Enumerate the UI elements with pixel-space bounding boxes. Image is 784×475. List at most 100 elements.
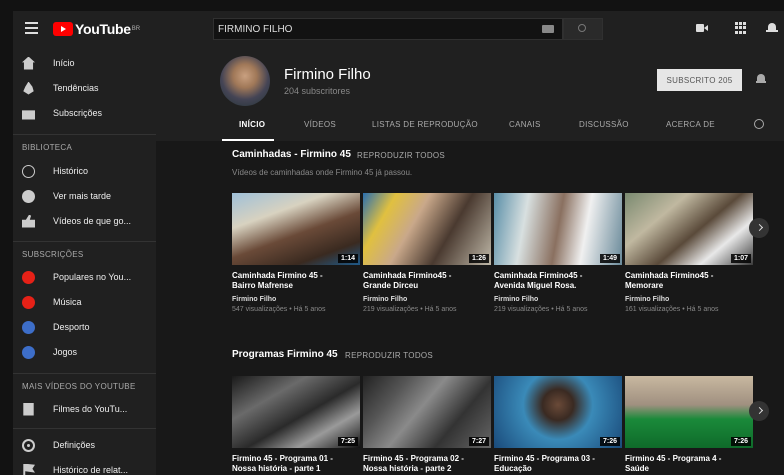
sidebar-item-label: Subscrições	[53, 108, 103, 118]
sidebar-item-label: Vídeos de que go...	[53, 216, 132, 226]
sidebar-item-watch-later[interactable]: Ver mais tarde	[13, 184, 156, 208]
video-thumbnail[interactable]: 1:07	[625, 193, 753, 265]
video-title[interactable]: Caminhada Firmino45 - Grande Dirceu	[363, 271, 491, 291]
video-card[interactable]: 1:26 Caminhada Firmino45 - Grande Dirceu …	[363, 193, 491, 313]
video-card[interactable]: 7:27 Firmino 45 - Programa 02 - Nossa his…	[363, 376, 491, 474]
tab-channels[interactable]: CANAIS	[509, 120, 541, 129]
video-duration: 7:26	[599, 437, 620, 446]
sidebar-item-liked-videos[interactable]: Vídeos de que go...	[13, 209, 156, 233]
tab-home[interactable]: INÍCIO	[239, 120, 265, 129]
play-logo-icon	[53, 22, 73, 36]
history-icon	[22, 164, 35, 178]
sidebar-item-label: Populares no You...	[53, 272, 132, 282]
video-card[interactable]: 1:07 Caminhada Firmino45 - Memorare Firmi…	[625, 193, 753, 313]
video-channel[interactable]: Firmino Filho	[232, 296, 360, 303]
video-title[interactable]: Firmino 45 - Programa 02 - Nossa história…	[363, 454, 491, 474]
sidebar-item-label: Filmes do YouTu...	[53, 404, 128, 414]
video-title[interactable]: Caminhada Firmino45 - Memorare	[625, 271, 753, 291]
tab-about[interactable]: ACERCA DE	[666, 120, 715, 129]
video-meta: 161 visualizações • Há 5 anos	[625, 306, 719, 313]
sidebar-item-settings[interactable]: Definições	[13, 433, 156, 457]
video-title[interactable]: Caminhada Firmino 45 - Bairro Mafrense	[232, 271, 360, 291]
upload-video-icon[interactable]	[696, 22, 708, 34]
channel-avatar[interactable]	[220, 56, 270, 106]
video-thumbnail[interactable]: 7:26	[625, 376, 753, 448]
video-title[interactable]: Firmino 45 - Programa 4 - Saúde	[625, 454, 753, 474]
video-title[interactable]: Firmino 45 - Programa 01 - Nossa história…	[232, 454, 360, 474]
video-meta: 219 visualizações • Há 5 anos	[363, 306, 457, 313]
popular-channel-icon	[22, 270, 35, 284]
divider	[13, 428, 156, 429]
apps-icon[interactable]	[735, 22, 747, 34]
video-title[interactable]: Caminhada Firmino45 - Avenida Miguel Rosa…	[494, 271, 622, 291]
video-thumbnail[interactable]: 7:27	[363, 376, 491, 448]
tab-playlists[interactable]: LISTAS DE REPRODUÇÃO	[372, 120, 478, 129]
keyboard-icon[interactable]	[542, 25, 554, 33]
app-window: YouTube BR Início Tendências Subscrições…	[13, 11, 784, 475]
video-thumbnail[interactable]: 1:14	[232, 193, 360, 265]
sports-channel-icon	[22, 320, 35, 334]
video-card[interactable]: 1:49 Caminhada Firmino45 - Avenida Miguel…	[494, 193, 622, 313]
video-meta: 547 visualizações • Há 5 anos	[232, 306, 326, 313]
sidebar-item-subscriptions[interactable]: Subscrições	[13, 101, 156, 125]
video-channel[interactable]: Firmino Filho	[625, 296, 753, 303]
video-duration: 1:26	[468, 254, 489, 263]
sidebar-item-sports[interactable]: Desporto	[13, 315, 156, 339]
video-thumbnail[interactable]: 1:26	[363, 193, 491, 265]
shelf-next-arrow[interactable]	[749, 401, 769, 421]
sidebar-item-home[interactable]: Início	[13, 51, 156, 75]
sidebar-item-trending[interactable]: Tendências	[13, 76, 156, 100]
sidebar-item-label: Início	[53, 58, 75, 68]
sidebar-item-report-history[interactable]: Histórico de relat...	[13, 458, 156, 475]
top-bar: YouTube BR	[13, 11, 784, 47]
channel-tabs: INÍCIO VÍDEOS LISTAS DE REPRODUÇÃO CANAI…	[156, 111, 784, 141]
video-title[interactable]: Firmino 45 - Programa 03 - Educação	[494, 454, 622, 474]
sidebar-item-movies[interactable]: Filmes do YouTu...	[13, 397, 156, 421]
divider	[13, 134, 156, 135]
video-duration: 7:25	[337, 437, 358, 446]
sidebar-item-label: Jogos	[53, 347, 78, 357]
sidebar-item-music[interactable]: Música	[13, 290, 156, 314]
tab-discussion[interactable]: DISCUSSÃO	[579, 120, 629, 129]
video-channel[interactable]: Firmino Filho	[363, 296, 491, 303]
play-all-button[interactable]: REPRODUZIR TODOS	[345, 351, 433, 360]
video-channel[interactable]: Firmino Filho	[494, 296, 622, 303]
video-card[interactable]: 7:26 Firmino 45 - Programa 03 - Educação	[494, 376, 622, 474]
video-duration: 1:49	[599, 254, 620, 263]
subscribed-button[interactable]: SUBSCRITO 205	[657, 69, 742, 91]
sidebar-item-popular[interactable]: Populares no You...	[13, 265, 156, 289]
section-title-library: BIBLIOTECA	[22, 143, 73, 152]
video-card[interactable]: 7:26 Firmino 45 - Programa 4 - Saúde	[625, 376, 753, 474]
shelf-title[interactable]: Programas Firmino 45	[232, 349, 338, 360]
video-thumbnail[interactable]: 1:49	[494, 193, 622, 265]
notifications-icon[interactable]	[766, 22, 778, 34]
shelf-description: Vídeos de caminhadas onde Firmino 45 já …	[232, 168, 413, 177]
play-all-button[interactable]: REPRODUZIR TODOS	[357, 151, 445, 160]
tab-videos[interactable]: VÍDEOS	[304, 120, 336, 129]
search-button[interactable]	[563, 18, 603, 40]
search-input[interactable]	[214, 19, 522, 40]
sidebar: Início Tendências Subscrições BIBLIOTECA…	[13, 47, 156, 475]
active-tab-indicator	[222, 139, 274, 141]
subscriber-count: 204 subscritores	[284, 86, 351, 96]
trending-icon	[23, 81, 34, 95]
youtube-logo[interactable]: YouTube BR	[53, 21, 140, 37]
video-thumbnail[interactable]: 7:26	[494, 376, 622, 448]
shelf-title[interactable]: Caminhadas - Firmino 45	[232, 149, 351, 160]
video-card[interactable]: 7:25 Firmino 45 - Programa 01 - Nossa his…	[232, 376, 360, 474]
sidebar-item-label: Histórico de relat...	[53, 465, 129, 475]
logo-region: BR	[131, 26, 141, 32]
video-duration: 7:27	[468, 437, 489, 446]
video-duration: 7:26	[730, 437, 751, 446]
sidebar-item-gaming[interactable]: Jogos	[13, 340, 156, 364]
music-channel-icon	[22, 295, 35, 309]
subscribed-label: SUBSCRITO	[666, 75, 716, 85]
sidebar-item-history[interactable]: Histórico	[13, 159, 156, 183]
video-duration: 1:07	[730, 254, 751, 263]
video-thumbnail[interactable]: 7:25	[232, 376, 360, 448]
menu-icon[interactable]	[25, 22, 38, 36]
channel-search-icon[interactable]	[754, 119, 764, 129]
video-card[interactable]: 1:14 Caminhada Firmino 45 - Bairro Mafren…	[232, 193, 360, 313]
shelf-next-arrow[interactable]	[749, 218, 769, 238]
channel-notifications-icon[interactable]	[756, 74, 766, 84]
